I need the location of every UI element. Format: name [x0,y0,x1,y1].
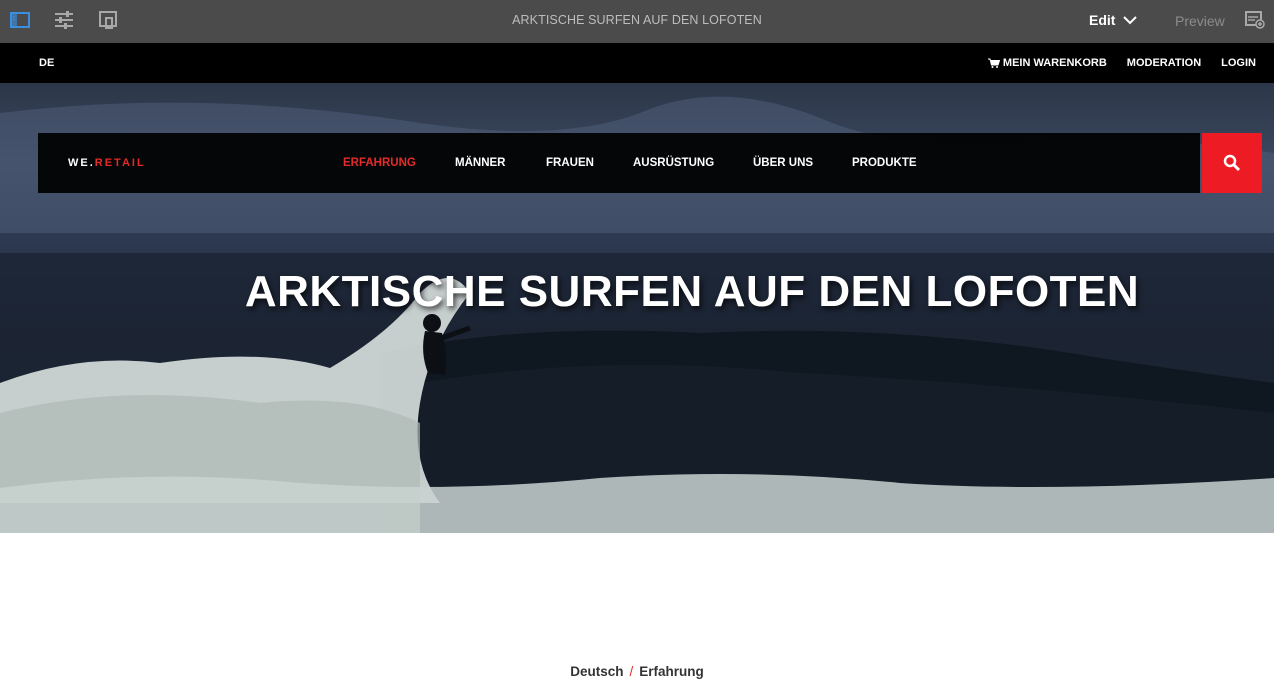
moderation-link[interactable]: MODERATION [1127,57,1201,69]
nav-item-frauen[interactable]: FRAUEN [546,157,594,169]
breadcrumb-item-erfahrung[interactable]: Erfahrung [639,664,704,679]
cart-label: MEIN WARENKORB [1002,57,1107,69]
cart-icon [987,58,1000,68]
hero-title: ARKTISCHE SURFEN AUF DEN LOFOTEN [244,267,1140,316]
emulator-icon[interactable] [1244,9,1266,31]
logo-suffix: RETAIL [94,157,146,169]
nav-item-erfahrung[interactable]: ERFAHRUNG [343,157,416,169]
utility-links: MEIN WARENKORB MODERATION LOGIN [987,57,1256,69]
chevron-down-icon [1123,15,1138,24]
search-icon [1223,154,1241,172]
logo-prefix: WE. [68,157,95,169]
search-button[interactable] [1202,133,1262,193]
nav-item-ausruestung[interactable]: AUSRÜSTUNG [633,157,714,169]
hero-banner: WE.RETAIL ERFAHRUNG MÄNNER FRAUEN AUSRÜS… [0,83,1274,533]
nav-item-produkte[interactable]: PRODUKTE [852,157,917,169]
breadcrumb-item-deutsch[interactable]: Deutsch [570,664,623,679]
page-title: ARKTISCHE SURFEN AUF DEN LOFOTEN [512,13,762,27]
editor-toolbar: ARKTISCHE SURFEN AUF DEN LOFOTEN Edit Pr… [0,0,1274,43]
cart-link[interactable]: MEIN WARENKORB [987,57,1107,69]
brand-logo[interactable]: WE.RETAIL [68,157,146,169]
main-navigation: WE.RETAIL ERFAHRUNG MÄNNER FRAUEN AUSRÜS… [38,133,1200,193]
preview-button[interactable]: Preview [1175,13,1225,29]
nav-item-maenner[interactable]: MÄNNER [455,157,505,169]
language-selector[interactable]: DE [39,57,54,69]
edit-mode-label: Edit [1089,12,1116,28]
breadcrumb: Deutsch / Erfahrung [0,664,1274,679]
edit-mode-dropdown[interactable]: Edit [1089,12,1138,28]
utility-bar: DE MEIN WARENKORB MODERATION LOGIN [0,43,1274,83]
breadcrumb-separator: / [629,664,634,679]
nav-item-ueber-uns[interactable]: ÜBER UNS [753,157,813,169]
login-link[interactable]: LOGIN [1221,57,1256,69]
